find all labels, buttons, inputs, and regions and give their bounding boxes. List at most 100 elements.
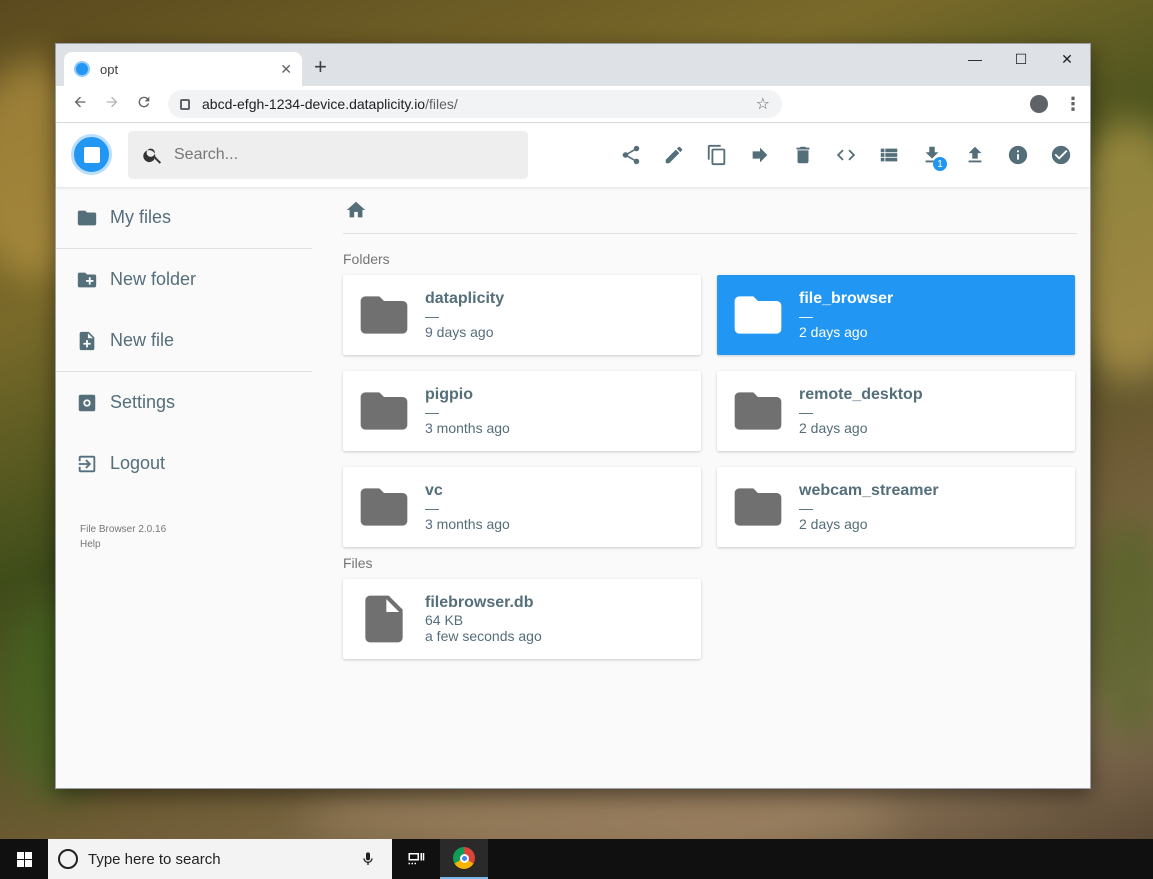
sidebar-item-new-folder[interactable]: New folder: [56, 249, 312, 310]
sidebar-item-label: New folder: [110, 269, 197, 289]
item-modified: 9 days ago: [425, 324, 494, 340]
list-view-button[interactable]: [867, 137, 910, 173]
filebrowser-logo[interactable]: [71, 134, 112, 175]
file-listing: Folders dataplicity — 9 days ago file_br…: [343, 187, 1077, 659]
info-button[interactable]: [996, 137, 1039, 173]
sidebar-item-label: My files: [110, 207, 172, 227]
item-modified: 2 days ago: [799, 516, 868, 532]
cortana-icon: [58, 849, 78, 869]
tab-title: opt: [100, 61, 119, 77]
sidebar-item-settings[interactable]: Settings: [56, 372, 312, 433]
item-modified: 2 days ago: [799, 420, 868, 436]
upload-icon: [968, 146, 981, 163]
view-list-icon: [880, 148, 897, 162]
share-button[interactable]: [609, 137, 652, 173]
file-item[interactable]: filebrowser.db 64 KB a few seconds ago: [343, 579, 701, 659]
browser-tab[interactable]: opt ✕: [64, 52, 302, 86]
files-heading: Files: [343, 555, 373, 571]
select-multiple-button[interactable]: [1039, 137, 1082, 173]
item-name: file_browser: [799, 290, 894, 307]
settings-icon: [78, 394, 96, 411]
item-size: —: [425, 500, 439, 516]
item-size: —: [799, 404, 813, 420]
task-view-icon: [408, 853, 425, 865]
upload-button[interactable]: [953, 137, 996, 173]
folder-item[interactable]: pigpio — 3 months ago: [343, 371, 701, 451]
reload-button[interactable]: [128, 94, 160, 115]
tab-close-button[interactable]: ✕: [280, 61, 292, 78]
new-tab-button[interactable]: +: [314, 56, 327, 78]
lock-icon: [180, 98, 190, 110]
task-view-button[interactable]: [392, 850, 440, 868]
info-icon: [1008, 145, 1027, 165]
maximize-button[interactable]: ☐: [998, 44, 1044, 74]
folder-icon: [734, 488, 782, 526]
close-window-button[interactable]: ✕: [1044, 44, 1090, 74]
microphone-icon[interactable]: [360, 850, 376, 868]
browser-toolbar: abcd-efgh-1234-device.dataplicity.io/fil…: [56, 86, 1090, 123]
chrome-icon: [453, 847, 475, 869]
folder-item[interactable]: vc — 3 months ago: [343, 467, 701, 547]
file-icon: [365, 595, 403, 643]
item-name: dataplicity: [425, 290, 505, 307]
item-modified: 3 months ago: [425, 420, 510, 436]
sidebar-item-new-file[interactable]: New file: [56, 310, 312, 371]
url-host: abcd-efgh-1234-device.dataplicity.io: [202, 96, 426, 112]
search-input[interactable]: [174, 146, 504, 164]
windows-icon: [16, 851, 32, 867]
copy-button[interactable]: [695, 137, 738, 173]
folder-icon: [360, 488, 408, 526]
back-button[interactable]: [64, 94, 96, 115]
taskbar-search[interactable]: Type here to search: [48, 839, 392, 879]
item-size: 64 KB: [425, 612, 464, 628]
sidebar-item-my-files[interactable]: My files: [56, 187, 312, 248]
address-bar[interactable]: abcd-efgh-1234-device.dataplicity.io/fil…: [168, 90, 782, 118]
minimize-button[interactable]: —: [952, 44, 998, 74]
switch-view-button[interactable]: [824, 137, 867, 173]
share-icon: [622, 145, 639, 165]
check-circle-icon: [1051, 145, 1070, 165]
action-toolbar: 1: [609, 137, 1082, 173]
start-button[interactable]: [0, 839, 48, 879]
item-modified: 3 months ago: [425, 516, 510, 532]
download-button[interactable]: 1: [910, 137, 953, 173]
url-path: /files/: [425, 96, 458, 112]
chrome-taskbar-button[interactable]: [440, 839, 488, 879]
forward-arrow-icon: [752, 147, 767, 163]
tab-strip: opt ✕ + — ☐ ✕: [56, 44, 1090, 86]
folder-item[interactable]: dataplicity — 9 days ago: [343, 275, 701, 355]
folder-icon: [360, 392, 408, 430]
bookmark-star-icon[interactable]: ☆: [756, 94, 770, 114]
breadcrumb: [343, 187, 1077, 234]
item-name: remote_desktop: [799, 386, 923, 403]
help-link[interactable]: Help: [80, 537, 312, 552]
sidebar-item-label: Logout: [110, 453, 166, 473]
rename-button[interactable]: [652, 137, 695, 173]
item-size: —: [425, 404, 439, 420]
floppy-icon: [83, 146, 100, 163]
item-size: —: [799, 500, 813, 516]
arrow-left-icon: [74, 96, 86, 107]
menu-kebab-icon[interactable]: ⋮: [1064, 94, 1082, 115]
item-modified: a few seconds ago: [425, 628, 542, 644]
sidebar-item-label: Settings: [110, 392, 176, 412]
sidebar-item-logout[interactable]: Logout: [56, 433, 312, 494]
delete-button[interactable]: [781, 137, 824, 173]
trash-icon: [796, 146, 809, 164]
reload-icon: [138, 96, 150, 107]
folder-item-selected[interactable]: file_browser — 2 days ago: [717, 275, 1075, 355]
folder-item[interactable]: remote_desktop — 2 days ago: [717, 371, 1075, 451]
search-box[interactable]: [128, 131, 528, 179]
folder-item[interactable]: webcam_streamer — 2 days ago: [717, 467, 1075, 547]
edit-icon: [665, 146, 682, 164]
profile-icon[interactable]: [1030, 95, 1048, 113]
move-button[interactable]: [738, 137, 781, 173]
download-count-badge: 1: [933, 157, 947, 171]
code-icon: [836, 149, 855, 161]
item-size: —: [799, 308, 813, 324]
credits: File Browser 2.0.16 Help: [56, 494, 312, 552]
forward-button[interactable]: [96, 94, 128, 115]
home-icon[interactable]: [345, 199, 367, 221]
item-name: vc: [425, 482, 443, 499]
copy-icon: [707, 144, 725, 166]
